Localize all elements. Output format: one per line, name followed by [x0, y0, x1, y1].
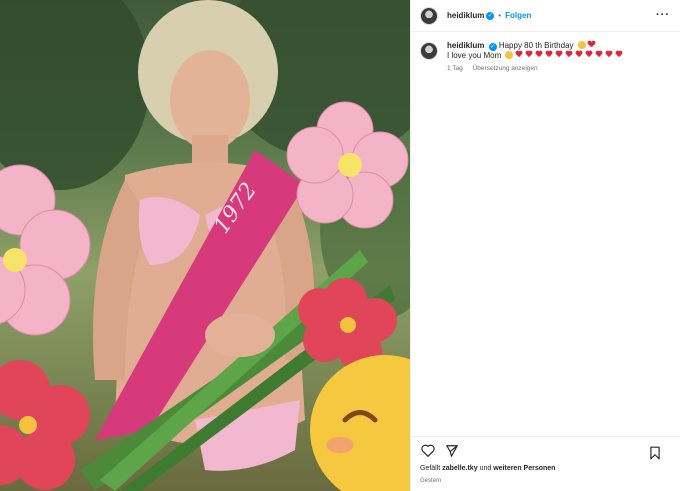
caption-text-block: heidiklum ✓ Happy 80 th Birthday I love … [447, 41, 625, 74]
heart-emoji-icon [515, 51, 522, 58]
caption: heidiklum ✓ Happy 80 th Birthday I love … [411, 32, 680, 83]
likes-middle: und [479, 465, 492, 472]
smiling-face-icon [505, 51, 514, 59]
heart-emoji-icon [535, 51, 542, 58]
likes-prefix: Gefällt [420, 465, 441, 472]
post-photo[interactable]: 1972 [0, 0, 410, 491]
heart-emoji-icon [585, 51, 592, 58]
caption-time[interactable]: 1 Tag [447, 65, 463, 72]
heart-emoji-icon [545, 51, 552, 58]
translate-link[interactable]: Übersetzung anzeigen [473, 65, 538, 72]
verified-badge-icon: ✓ [488, 43, 497, 51]
heart-emoji-icon [588, 41, 595, 48]
heart-emoji-icon [595, 51, 602, 58]
heart-emoji-icon [615, 51, 622, 58]
caption-meta: 1 Tag Übersetzung anzeigen [447, 64, 625, 74]
heart-emoji-icon [565, 51, 572, 58]
likes-user[interactable]: zabelle.tky [442, 465, 477, 472]
post-date: Gestern [420, 478, 442, 484]
avatar[interactable] [420, 6, 438, 25]
heart-outline-icon[interactable] [420, 443, 436, 459]
likes-others-link[interactable]: weiteren Personen [493, 465, 555, 472]
verified-badge-icon: ✓ [486, 11, 495, 20]
more-horizontal-icon[interactable]: ··· [656, 9, 670, 21]
caption-line-2: I love you Mom [447, 51, 502, 60]
caption-avatar[interactable] [420, 42, 438, 60]
bookmark-icon[interactable] [647, 445, 663, 461]
send-icon[interactable] [444, 443, 460, 459]
likes-summary: Gefällt zabelle.tky und weiteren Persone… [420, 465, 555, 472]
caption-username[interactable]: heidiklum [447, 41, 484, 50]
instagram-post: 1972 heidiklum ✓ • Folgen ··· heidiklum … [0, 0, 680, 491]
heart-emoji-icon [605, 51, 612, 58]
heart-emoji-icon [555, 51, 562, 58]
smiling-face-icon [577, 41, 586, 49]
action-bar [411, 436, 680, 464]
photo-illustration: 1972 [0, 0, 410, 491]
heart-emoji-icon [575, 51, 582, 58]
post-side-panel: heidiklum ✓ • Folgen ··· heidiklum ✓ Hap… [410, 0, 680, 491]
post-header: heidiklum ✓ • Folgen ··· [411, 0, 680, 32]
heart-emoji-icon [525, 51, 532, 58]
header-username[interactable]: heidiklum [447, 11, 484, 20]
separator-dot: • [498, 11, 502, 20]
follow-button[interactable]: Folgen [505, 11, 531, 20]
caption-line-1: Happy 80 th Birthday [498, 41, 574, 50]
